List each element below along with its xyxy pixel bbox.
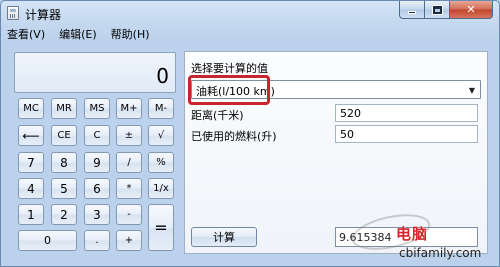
watermark-url: cbifamily.com xyxy=(399,246,482,260)
maximize-icon xyxy=(432,5,442,14)
red-highlight-box xyxy=(188,75,270,105)
maximize-button[interactable] xyxy=(425,1,450,19)
key-decimal[interactable]: . xyxy=(84,230,110,251)
key-sqrt[interactable]: √ xyxy=(148,125,174,146)
dropdown-arrow-icon: ▼ xyxy=(468,86,475,95)
key-ce[interactable]: CE xyxy=(51,125,77,146)
key-7[interactable]: 7 xyxy=(18,152,44,173)
calculator-display: 0 xyxy=(14,52,176,93)
fuel-used-label: 已使用的燃料(升) xyxy=(191,130,277,143)
key-mc[interactable]: MC xyxy=(18,98,44,119)
key-3[interactable]: 3 xyxy=(84,204,110,225)
key-9[interactable]: 9 xyxy=(84,152,110,173)
menu-view[interactable]: 查看(V) xyxy=(7,26,45,42)
key-percent[interactable]: % xyxy=(148,152,174,173)
key-equals[interactable]: = xyxy=(148,204,174,251)
close-icon: ✕ xyxy=(466,3,476,16)
caption-buttons: ✕ xyxy=(399,1,493,19)
minimize-button[interactable] xyxy=(399,1,425,19)
fuel-used-field[interactable]: 50 xyxy=(335,125,478,143)
fuel-used-value: 50 xyxy=(340,128,354,141)
window-title: 计算器 xyxy=(25,8,62,22)
key-6[interactable]: 6 xyxy=(84,178,110,199)
select-label: 选择要计算的值 xyxy=(191,62,268,75)
key-minus[interactable]: - xyxy=(116,204,142,225)
title-bar: 计算器 ✕ xyxy=(1,1,499,25)
calculator-icon xyxy=(7,6,19,20)
key-2[interactable]: 2 xyxy=(51,204,77,225)
key-backspace[interactable]: ⟵ xyxy=(18,125,44,146)
key-m-minus[interactable]: M- xyxy=(148,98,174,119)
key-c[interactable]: C xyxy=(84,125,110,146)
menu-help[interactable]: 帮助(H) xyxy=(111,26,150,42)
key-5[interactable]: 5 xyxy=(51,178,77,199)
distance-value: 520 xyxy=(340,107,361,120)
key-plus-minus[interactable]: ± xyxy=(116,125,142,146)
calculator-window: 计算器 ✕ 查看(V) 编辑(E) 帮助(H) 0 MC MR MS M+ M-… xyxy=(0,0,500,267)
key-8[interactable]: 8 xyxy=(51,152,77,173)
key-mr[interactable]: MR xyxy=(51,98,77,119)
key-4[interactable]: 4 xyxy=(18,178,44,199)
menu-edit[interactable]: 编辑(E) xyxy=(59,26,97,42)
minimize-icon xyxy=(408,10,416,14)
key-plus[interactable]: + xyxy=(116,230,142,251)
key-1[interactable]: 1 xyxy=(18,204,44,225)
distance-field[interactable]: 520 xyxy=(335,104,478,122)
key-m-plus[interactable]: M+ xyxy=(116,98,142,119)
display-value: 0 xyxy=(156,64,169,88)
distance-label: 距离(千米) xyxy=(191,109,244,122)
key-multiply[interactable]: * xyxy=(116,178,142,199)
key-ms[interactable]: MS xyxy=(84,98,110,119)
fuel-economy-panel: 选择要计算的值 油耗(l/100 km) ▼ 距离(千米) 520 已使用的燃料… xyxy=(184,51,488,254)
close-button[interactable]: ✕ xyxy=(450,1,493,19)
key-divide[interactable]: / xyxy=(116,152,142,173)
key-0[interactable]: 0 xyxy=(18,230,77,251)
menu-bar: 查看(V) 编辑(E) 帮助(H) xyxy=(1,25,499,43)
key-reciprocal[interactable]: 1/x xyxy=(148,178,174,199)
watermark-logo: 电脑 xyxy=(396,225,429,243)
calculate-button[interactable]: 计算 xyxy=(191,227,257,247)
